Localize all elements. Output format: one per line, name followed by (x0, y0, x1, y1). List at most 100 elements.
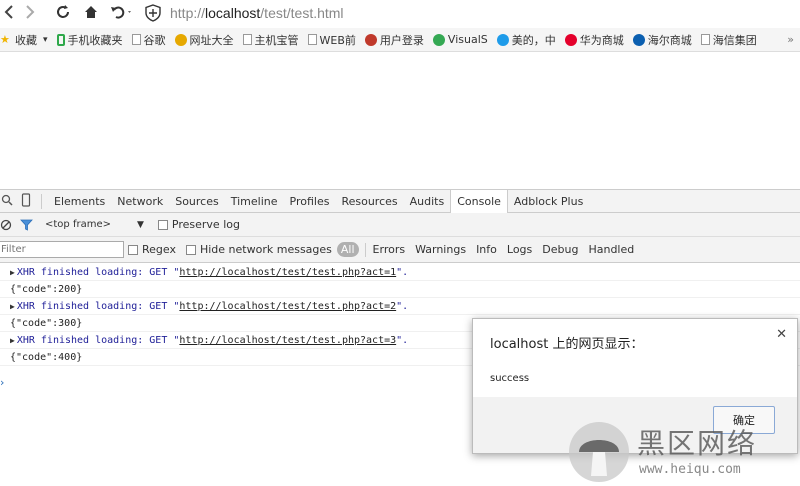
xhr-prefix: XHR finished loading: GET " (16, 334, 180, 346)
bookmark-item[interactable]: 海尔商城 (632, 32, 692, 48)
level-filter-info[interactable]: Info (471, 243, 502, 256)
level-filter-errors[interactable]: Errors (368, 243, 411, 256)
bookmark-item[interactable]: ★ 收藏 ▾ (0, 32, 48, 48)
xhr-suffix: ". (396, 266, 409, 278)
bookmark-item[interactable]: VisualS (432, 33, 488, 46)
bookmark-label: 收藏 (15, 33, 37, 47)
xhr-prefix: XHR finished loading: GET " (16, 300, 180, 312)
tab-console[interactable]: Console (450, 189, 508, 213)
console-prompt-icon[interactable]: › (0, 376, 4, 389)
tab-sources[interactable]: Sources (169, 190, 225, 213)
forward-button[interactable] (22, 3, 38, 21)
tab-profiles[interactable]: Profiles (284, 190, 336, 213)
dropdown-arrow-icon[interactable]: ▼ (137, 220, 144, 230)
address-bar[interactable]: http://localhost/test/test.html (144, 2, 800, 24)
reload-button[interactable] (54, 3, 72, 21)
device-mode-icon[interactable] (21, 192, 37, 210)
haier-icon (632, 33, 645, 46)
expand-triangle-icon[interactable]: ▶ (10, 336, 15, 345)
bookmark-label: 手机收藏夹 (67, 33, 123, 47)
console-xhr-row[interactable]: ▶ XHR finished loading: GET " http://local… (0, 264, 800, 281)
xhr-url-link[interactable]: http://localhost/test/test.php?act=2 (179, 301, 396, 312)
level-filter-handled[interactable]: Handled (583, 243, 639, 256)
bookmark-item[interactable]: WEB前 (307, 32, 356, 48)
clear-console-icon[interactable] (0, 219, 12, 231)
star-icon: ★ (0, 32, 10, 46)
dialog-title: localhost 上的网页显示： (490, 337, 644, 352)
shield-icon (145, 4, 161, 22)
home-button[interactable] (82, 3, 100, 21)
midea-icon (496, 33, 509, 46)
page-content (0, 53, 800, 188)
tab-adblock-plus[interactable]: Adblock Plus (508, 190, 589, 213)
xhr-url-link[interactable]: http://localhost/test/test.php?act=1 (179, 267, 396, 278)
back-button[interactable] (2, 3, 16, 21)
tab-audits[interactable]: Audits (404, 190, 451, 213)
bookmark-item[interactable]: 用户登录 (364, 32, 424, 48)
filter-icon[interactable] (20, 219, 33, 231)
level-filter-all[interactable]: All (336, 242, 359, 257)
browser-navbar: http://localhost/test/test.html (0, 0, 800, 26)
bookmark-item[interactable]: 谷歌 (131, 32, 166, 48)
bookmarks-overflow-icon[interactable]: » (787, 33, 794, 46)
bookmark-item[interactable]: 手机收藏夹 (56, 32, 123, 48)
regex-label: Regex (142, 243, 176, 256)
bookmark-item[interactable]: 美的，中 (496, 32, 556, 48)
bookmark-item[interactable]: 主机宝管 (242, 32, 299, 48)
level-filter-debug[interactable]: Debug (537, 243, 583, 256)
tab-timeline[interactable]: Timeline (225, 190, 284, 213)
reload-icon (57, 5, 69, 18)
tab-elements[interactable]: Elements (48, 190, 111, 213)
xhr-url-link[interactable]: http://localhost/test/test.php?act=3 (179, 335, 396, 346)
bookmark-item[interactable]: 华为商城 (564, 32, 624, 48)
console-toolbar: <top frame> ▼ Preserve log (0, 213, 800, 237)
hide-network-checkbox[interactable] (185, 244, 196, 255)
bookmark-label: 用户登录 (379, 33, 424, 47)
toolbar-divider (364, 242, 366, 257)
sogou-icon (174, 33, 187, 46)
preserve-log-label: Preserve log (171, 218, 240, 231)
xhr-suffix: ". (396, 300, 409, 312)
console-filter-bar: Regex Hide network messages All ErrorsWar… (0, 237, 800, 263)
bookmarks-bar: ★ 收藏 ▾ 手机收藏夹 谷歌 网址大全 主机宝管 WEB前 用户登录 VisualS 美的，中 华为… (0, 28, 800, 52)
watermark-brand: 黑区网络 (637, 427, 758, 460)
page-icon (242, 34, 252, 45)
close-icon[interactable]: ✕ (776, 327, 787, 342)
tab-resources[interactable]: Resources (335, 190, 403, 213)
hide-network-label: Hide network messages (199, 243, 332, 256)
url-path: /test/test.html (260, 5, 344, 21)
level-filter-warnings[interactable]: Warnings (410, 243, 471, 256)
devtools-tabs: Elements Network Sources Timeline Profiles Re… (48, 189, 589, 213)
regex-checkbox[interactable] (128, 244, 138, 255)
bookmark-item[interactable]: 网址大全 (174, 32, 234, 48)
bookmark-item[interactable]: 海信集团 (700, 32, 757, 48)
expand-triangle-icon[interactable]: ▶ (10, 302, 15, 311)
watermark-site: www.heiqu.com (639, 462, 741, 477)
log-value: {"code":400} (10, 351, 83, 363)
page-icon (131, 34, 141, 45)
bookmark-label: 海尔商城 (647, 33, 692, 47)
inspect-icon[interactable] (1, 194, 15, 209)
dialog-message: success (490, 373, 530, 384)
tab-network[interactable]: Network (111, 190, 169, 213)
bookmark-label: VisualS (447, 33, 488, 46)
xhr-prefix: XHR finished loading: GET " (16, 266, 180, 278)
bookmark-label: 华为商城 (579, 33, 624, 47)
filter-input[interactable] (0, 241, 124, 258)
phone-icon (56, 33, 65, 46)
url-host: localhost (205, 5, 261, 21)
preserve-log-checkbox[interactable] (157, 219, 168, 230)
huawei-icon (564, 33, 577, 46)
forward-icon (26, 5, 35, 19)
expand-triangle-icon[interactable]: ▶ (10, 268, 15, 277)
undo-button[interactable] (108, 3, 136, 21)
dropdown-arrow-icon[interactable]: ▾ (43, 35, 48, 45)
frame-select[interactable]: <top frame> (45, 219, 111, 230)
page-icon (700, 34, 710, 45)
url-text: http://localhost/test/test.html (170, 5, 344, 21)
console-log-row: {"code":200} (0, 281, 800, 298)
undo-icon (111, 6, 131, 19)
console-xhr-row[interactable]: ▶ XHR finished loading: GET " http://local… (0, 298, 800, 315)
log-value: {"code":200} (10, 283, 83, 295)
level-filter-logs[interactable]: Logs (502, 243, 537, 256)
